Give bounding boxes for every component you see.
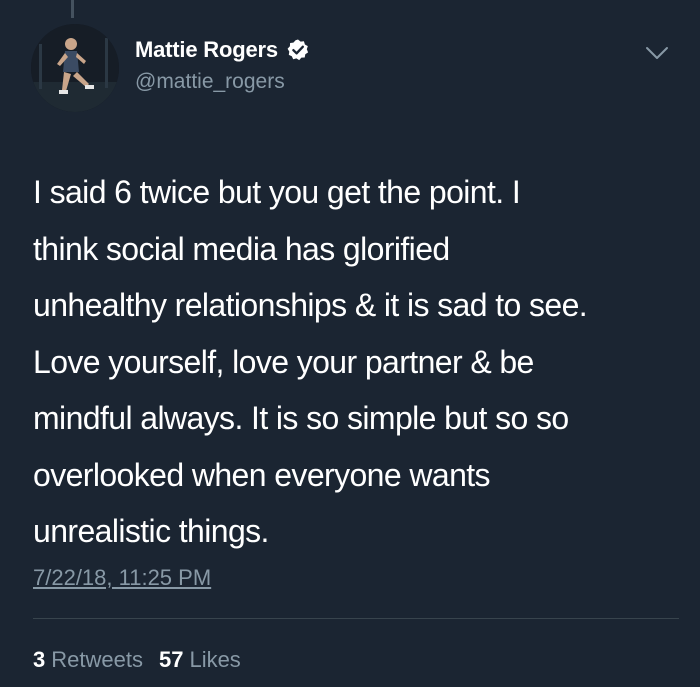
chevron-down-icon[interactable]	[644, 44, 670, 62]
tweet-text-line: unrealistic things.	[33, 513, 269, 549]
tweet-stats: 3 Retweets 57 Likes	[33, 647, 241, 673]
thread-connector-line	[71, 0, 74, 18]
retweets-stat-link[interactable]: 3 Retweets	[33, 647, 143, 673]
avatar-photo	[31, 24, 119, 112]
divider	[33, 618, 679, 619]
likes-label: Likes	[189, 647, 241, 672]
likes-stat-link[interactable]: 57 Likes	[159, 647, 241, 673]
author-handle[interactable]: @mattie_rogers	[135, 70, 285, 94]
tweet-text-line: I said 6 twice but you get the point. I	[33, 174, 521, 210]
retweets-label: Retweets	[51, 647, 143, 672]
tweet-text-line: think social media has glorified	[33, 230, 450, 267]
author-display-name[interactable]: Mattie Rogers	[135, 37, 278, 63]
tweet-text: I said 6 twice but you get the point. I …	[33, 164, 683, 560]
avatar[interactable]	[31, 24, 119, 112]
tweet-timestamp-link[interactable]: 7/22/18, 11:25 PM	[33, 565, 211, 591]
likes-count: 57	[158, 647, 184, 672]
tweet-text-line: Love yourself, love your partner & be	[33, 343, 534, 380]
tweet-text-line: overlooked when everyone wants	[33, 456, 491, 493]
retweets-count: 3	[33, 647, 46, 672]
author-name-row[interactable]: Mattie Rogers	[135, 36, 310, 64]
tweet-text-line: mindful always. It is so simple but so s…	[33, 400, 569, 436]
verified-badge-icon	[286, 38, 310, 62]
tweet-text-line: unhealthy relationships & it is sad to s…	[33, 287, 588, 323]
